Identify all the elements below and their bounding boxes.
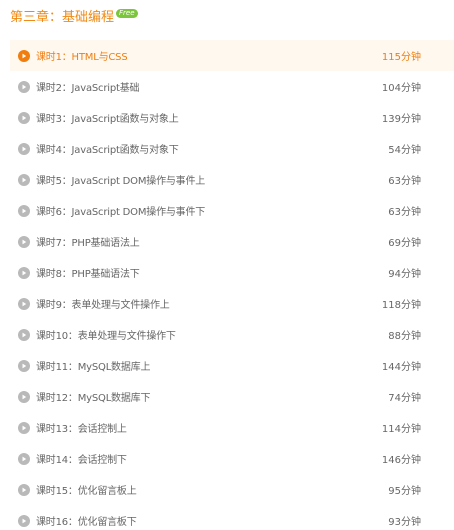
lesson-title[interactable]: 课时16：优化留言板下 — [36, 513, 137, 528]
lesson-row[interactable]: 课时11：MySQL数据库上 144分钟 — [10, 350, 454, 381]
play-circle-icon[interactable] — [18, 359, 30, 372]
play-circle-icon[interactable] — [18, 235, 30, 248]
lesson-title[interactable]: 课时2：JavaScript基础 — [36, 79, 139, 94]
lesson-duration: 114分钟 — [381, 424, 421, 435]
lesson-title[interactable]: 课时13：会话控制上 — [36, 420, 127, 435]
lesson-title[interactable]: 课时10：表单处理与文件操作下 — [36, 327, 176, 342]
lesson-row[interactable]: 课时2：JavaScript基础 104分钟 — [10, 71, 454, 102]
lesson-duration: 146分钟 — [381, 455, 421, 466]
play-circle-icon[interactable] — [18, 514, 30, 527]
lesson-duration: 95分钟 — [388, 486, 421, 497]
play-circle-icon[interactable] — [18, 204, 30, 217]
lesson-duration: 118分钟 — [381, 300, 421, 311]
lesson-duration: 104分钟 — [381, 83, 421, 94]
chapter-title: 第三章：基础编程 — [10, 10, 115, 25]
play-circle-icon[interactable] — [18, 297, 30, 310]
lesson-duration: 63分钟 — [388, 176, 421, 187]
course-chapter-panel: 第三章：基础编程 Free 课时1：HTML与CSS 115分钟课时2：JavaS… — [0, 0, 454, 530]
lesson-row[interactable]: 课时12：MySQL数据库下 74分钟 — [10, 381, 454, 412]
lesson-row[interactable]: 课时7：PHP基础语法上 69分钟 — [10, 226, 454, 257]
lesson-title[interactable]: 课时14：会话控制下 — [36, 451, 127, 466]
lesson-duration: 88分钟 — [388, 331, 421, 342]
lesson-row[interactable]: 课时15：优化留言板上 95分钟 — [10, 474, 454, 505]
lesson-title[interactable]: 课时1：HTML与CSS — [36, 48, 128, 63]
lesson-row[interactable]: 课时4：JavaScript函数与对象下 54分钟 — [10, 133, 454, 164]
lesson-duration: 54分钟 — [388, 145, 421, 156]
play-circle-icon[interactable] — [18, 80, 30, 93]
play-circle-icon[interactable] — [18, 452, 30, 465]
play-circle-icon[interactable] — [18, 173, 30, 186]
lesson-duration: 115分钟 — [381, 52, 421, 63]
lesson-row[interactable]: 课时1：HTML与CSS 115分钟 — [10, 40, 454, 71]
lesson-title[interactable]: 课时6：JavaScript DOM操作与事件下 — [36, 203, 205, 218]
lesson-title[interactable]: 课时8：PHP基础语法下 — [36, 265, 140, 280]
lesson-row[interactable]: 课时16：优化留言板下 93分钟 — [10, 505, 454, 530]
lesson-list: 课时1：HTML与CSS 115分钟 课时2：JavaScript基础 104分钟 课时… — [10, 40, 454, 530]
play-circle-icon[interactable] — [18, 328, 30, 341]
play-circle-icon[interactable] — [18, 390, 30, 403]
play-circle-icon[interactable] — [18, 111, 30, 124]
lesson-row[interactable]: 课时13：会话控制上 114分钟 — [10, 412, 454, 443]
lesson-duration: 139分钟 — [381, 114, 421, 125]
lesson-row[interactable]: 课时6：JavaScript DOM操作与事件下 63分钟 — [10, 195, 454, 226]
lesson-duration: 69分钟 — [388, 238, 421, 249]
lesson-duration: 74分钟 — [388, 393, 421, 404]
play-circle-icon[interactable] — [18, 142, 30, 155]
lesson-title[interactable]: 课时4：JavaScript函数与对象下 — [36, 141, 179, 156]
free-badge: Free — [116, 8, 138, 18]
lesson-title[interactable]: 课时15：优化留言板上 — [36, 482, 137, 497]
lesson-title[interactable]: 课时11：MySQL数据库上 — [36, 358, 150, 373]
lesson-row[interactable]: 课时5：JavaScript DOM操作与事件上 63分钟 — [10, 164, 454, 195]
lesson-row[interactable]: 课时8：PHP基础语法下 94分钟 — [10, 257, 454, 288]
play-circle-icon[interactable] — [18, 483, 30, 496]
lesson-duration: 94分钟 — [388, 269, 421, 280]
lesson-title[interactable]: 课时7：PHP基础语法上 — [36, 234, 140, 249]
lesson-title[interactable]: 课时3：JavaScript函数与对象上 — [36, 110, 179, 125]
lesson-title[interactable]: 课时5：JavaScript DOM操作与事件上 — [36, 172, 205, 187]
lesson-title[interactable]: 课时9：表单处理与文件操作上 — [36, 296, 170, 311]
play-circle-icon[interactable] — [18, 266, 30, 279]
play-circle-icon[interactable] — [18, 421, 30, 434]
lesson-duration: 144分钟 — [381, 362, 421, 373]
play-circle-icon[interactable] — [18, 49, 30, 62]
lesson-row[interactable]: 课时10：表单处理与文件操作下 88分钟 — [10, 319, 454, 350]
lesson-row[interactable]: 课时3：JavaScript函数与对象上 139分钟 — [10, 102, 454, 133]
lesson-row[interactable]: 课时14：会话控制下 146分钟 — [10, 443, 454, 474]
lesson-title[interactable]: 课时12：MySQL数据库下 — [36, 389, 150, 404]
lesson-row[interactable]: 课时9：表单处理与文件操作上 118分钟 — [10, 288, 454, 319]
lesson-duration: 63分钟 — [388, 207, 421, 218]
lesson-duration: 93分钟 — [388, 517, 421, 528]
chapter-header: 第三章：基础编程 Free — [10, 7, 138, 29]
